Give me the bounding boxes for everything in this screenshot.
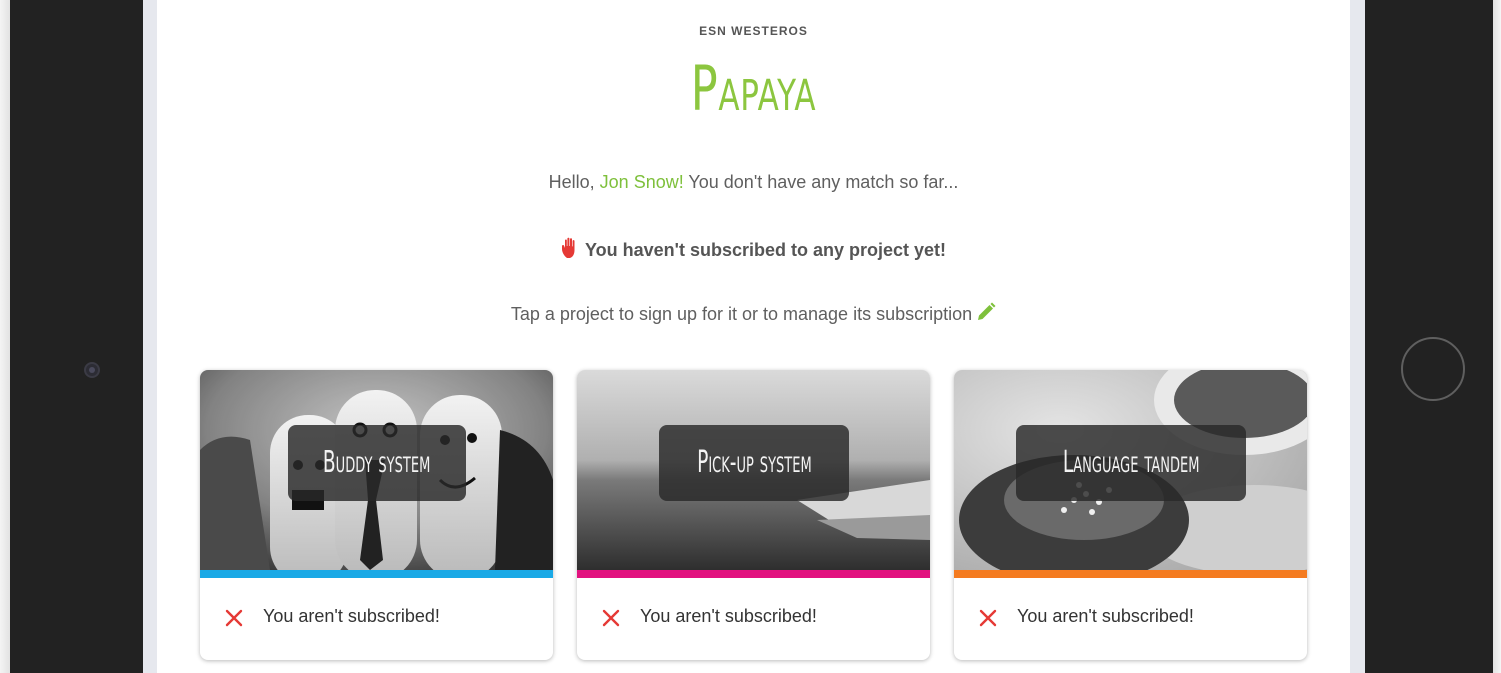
device-edge-left: [0, 0, 10, 673]
instruction-text: Tap a project to sign up for it or to ma…: [510, 304, 973, 324]
notice-text: You haven't subscribed to any project ye…: [584, 240, 947, 260]
project-card-pick-up-system[interactable]: Pick-up system You aren't subscribed!: [577, 370, 930, 660]
close-icon: [225, 609, 243, 627]
project-name-label: Pick-up system: [659, 425, 849, 501]
user-name: Jon Snow!: [599, 172, 684, 192]
app-title: Papaya: [690, 52, 817, 125]
raised-hand-icon: [561, 237, 581, 264]
status-text: You aren't subscribed!: [640, 606, 817, 626]
device-frame: ESN WESTEROS Papaya Hello, Jon Snow! You…: [0, 0, 1501, 673]
instruction-text-line: Tap a project to sign up for it or to ma…: [157, 302, 1350, 327]
status-text: You aren't subscribed!: [1017, 606, 1194, 626]
greeting-prefix: Hello,: [548, 172, 600, 192]
status-text: You aren't subscribed!: [263, 606, 440, 626]
project-accent-stripe: [577, 570, 930, 578]
close-icon: [602, 609, 620, 627]
device-edge-right: [1493, 0, 1501, 673]
project-accent-stripe: [954, 570, 1307, 578]
project-name-label: Language tandem: [1016, 425, 1246, 501]
subscription-status: You aren't subscribed!: [954, 578, 1307, 660]
greeting-suffix: You don't have any match so far...: [683, 172, 959, 192]
home-button[interactable]: [1401, 337, 1465, 401]
project-accent-stripe: [200, 570, 553, 578]
subscription-status: You aren't subscribed!: [200, 578, 553, 660]
project-card-buddy-system[interactable]: Buddy system You aren't subscribed!: [200, 370, 553, 660]
greeting-message: Hello, Jon Snow! You don't have any matc…: [157, 172, 1350, 193]
device-bezel-left: [10, 0, 143, 673]
project-name-label: Buddy system: [288, 425, 466, 501]
app-screen: ESN WESTEROS Papaya Hello, Jon Snow! You…: [157, 0, 1350, 673]
project-card-language-tandem[interactable]: Language tandem You aren't subscribed!: [954, 370, 1307, 660]
org-name: ESN WESTEROS: [699, 24, 808, 38]
subscription-notice: You haven't subscribed to any project ye…: [157, 237, 1350, 264]
camera-icon: [86, 364, 98, 376]
subscription-status: You aren't subscribed!: [577, 578, 930, 660]
pencil-icon: [976, 302, 996, 327]
close-icon: [979, 609, 997, 627]
